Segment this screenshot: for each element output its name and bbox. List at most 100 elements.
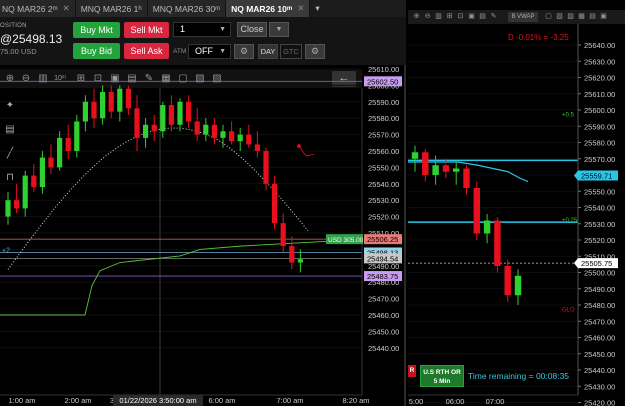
x-tick-label: 1:00 am [8, 396, 35, 405]
y-tick-label: 25490.00 [584, 285, 615, 294]
price-flag-text: 25505.75 [581, 259, 612, 268]
y-tick-label: 25610.00 [368, 65, 399, 74]
candle-body [65, 137, 71, 151]
rth-opening-range-badge: U.S RTH OR 5 Min [420, 365, 464, 387]
candle-body [108, 91, 114, 112]
candle-body [39, 157, 45, 188]
y-tick-label: 25530.00 [584, 220, 615, 229]
y-tick-label: 25460.00 [584, 334, 615, 343]
y-tick-label: 25530.00 [368, 196, 399, 205]
daily-change-stat: D -0.01% = -3.25 [508, 33, 569, 42]
candle-body [432, 165, 439, 175]
candle-body [463, 168, 470, 188]
candle-body [211, 124, 217, 138]
candle-body [473, 188, 480, 234]
candle-body [494, 220, 501, 266]
candle-body [117, 88, 123, 112]
price-flag-text: 25494.54 [367, 254, 398, 263]
y-tick-label: 25480.00 [584, 301, 615, 310]
candle-body [297, 259, 303, 263]
left-price-chart[interactable]: 25610.0025600.0025590.0025580.0025570.00… [0, 0, 406, 406]
y-tick-label: 25610.00 [584, 90, 615, 99]
y-tick-label: 25450.00 [368, 327, 399, 336]
usd-pnl-text: USD 305.00 [328, 237, 364, 244]
y-tick-label: 25600.00 [584, 106, 615, 115]
x-tick-label: 8:20 am [342, 396, 369, 405]
candle-body [280, 223, 286, 247]
y-tick-label: 25450.00 [584, 350, 615, 359]
candle-body [237, 134, 243, 142]
candle-body [254, 144, 260, 151]
candle-body [151, 124, 157, 132]
candle-body [22, 175, 28, 209]
rth-marker: R [408, 365, 416, 377]
candle-body [74, 121, 80, 151]
x-tick-label: 2:00 am [64, 396, 91, 405]
y-tick-label: 25590.00 [368, 98, 399, 107]
bar-time-remaining: Time remaining = 00:08:35 [468, 371, 570, 381]
candle-body [442, 165, 450, 172]
level-side-label: GLO [562, 307, 575, 313]
candle-body [48, 157, 54, 168]
y-tick-label: 25470.00 [368, 295, 399, 304]
rth-title: U.S RTH OR [423, 369, 461, 376]
candle-body [229, 131, 235, 142]
y-tick-label: 25580.00 [368, 114, 399, 123]
candle-body [177, 101, 183, 125]
crosshair-time-label: 01/22/2026 3:50:00 am [119, 396, 196, 405]
position-qty-label: +2 [2, 247, 10, 254]
y-tick-label: 25560.00 [368, 147, 399, 156]
candle-body [14, 200, 20, 209]
y-tick-label: 25540.00 [368, 180, 399, 189]
y-tick-label: 25520.00 [368, 213, 399, 222]
y-tick-label: 25620.00 [584, 74, 615, 83]
y-tick-label: 25580.00 [584, 139, 615, 148]
candle-body [160, 105, 166, 132]
y-tick-label: 25430.00 [584, 382, 615, 391]
candle-body [263, 151, 269, 184]
candle-body [57, 137, 63, 168]
candle-body [203, 124, 209, 135]
candle-body [453, 168, 460, 172]
y-tick-label: 25440.00 [584, 366, 615, 375]
y-tick-label: 25570.00 [368, 131, 399, 140]
candle-body [272, 183, 278, 224]
candle-body [125, 88, 131, 109]
y-tick-label: 25520.00 [584, 236, 615, 245]
candle-body [289, 246, 295, 263]
left-chart-window: NQ MAR26 2m ✕ MNQ MAR26 1h MNQ MAR26 30 m… [0, 0, 406, 406]
candle-body [134, 108, 140, 138]
candle-body [100, 91, 106, 119]
candle-body [514, 275, 522, 296]
level-side-label: +0.5 [562, 112, 575, 118]
candle-body [168, 105, 174, 125]
candle-body [194, 121, 200, 135]
candle-body [143, 124, 149, 138]
x-tick-label: 06:00 [446, 397, 465, 406]
candle-body [246, 134, 252, 145]
candle-body [5, 200, 11, 217]
candle-body [186, 101, 192, 122]
rth-period: 5 Min [433, 378, 451, 385]
y-tick-label: 25540.00 [584, 204, 615, 213]
candle-body [411, 152, 419, 159]
y-tick-label: 25550.00 [584, 187, 615, 196]
price-flag-text: 25602.50 [367, 77, 398, 86]
candle-body [31, 175, 37, 188]
price-flag-text: 25483.75 [367, 272, 398, 281]
price-flag-text: 25559.71 [581, 171, 612, 180]
candle-body [220, 131, 226, 138]
candle-body [483, 220, 491, 234]
x-tick-label: 5:00 [409, 397, 424, 406]
right-chart-window: ⊕ ⊖ ▥ ⊞ ⊡ ▣ ▤ ✎ B VWAP ▢ ▧ ▨ ▦ ▤ ▣ 25640… [408, 0, 625, 406]
y-tick-label: 25630.00 [584, 57, 615, 66]
y-tick-label: 25470.00 [584, 317, 615, 326]
x-tick-label: 07:00 [486, 397, 505, 406]
y-tick-label: 25420.00 [584, 399, 615, 406]
y-tick-label: 25550.00 [368, 163, 399, 172]
candle-body [422, 152, 429, 175]
price-flag-text: 25506.25 [367, 235, 398, 244]
right-price-chart[interactable]: 25640.00 25630.00 25620.00 25610.00 25600.00… [408, 0, 625, 406]
level-side-label: +0.25 [562, 218, 578, 224]
y-tick-label: 25440.00 [368, 344, 399, 353]
